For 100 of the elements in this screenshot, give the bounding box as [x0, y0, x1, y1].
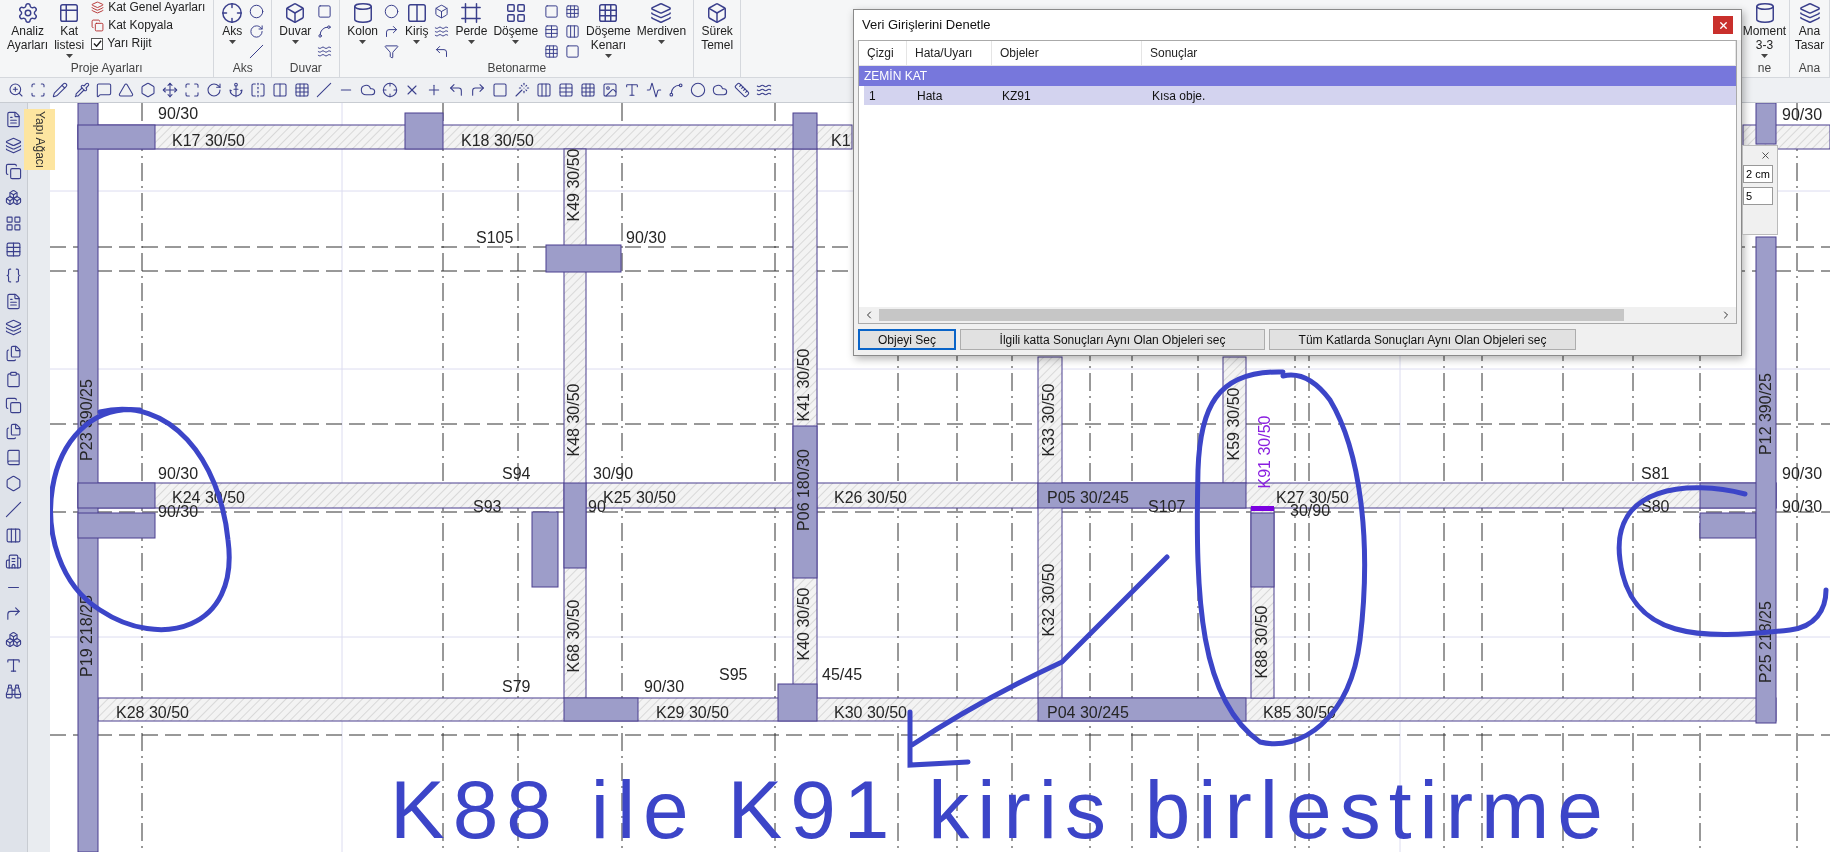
grid-icon[interactable] — [294, 82, 310, 98]
files-icon[interactable] — [5, 345, 22, 362]
grid-icon[interactable] — [580, 82, 596, 98]
column-header[interactable]: Sonuçlar — [1142, 41, 1736, 65]
expand-icon[interactable] — [184, 82, 200, 98]
ribbon-button[interactable]: Moment 3-3 — [1740, 0, 1789, 58]
column-header[interactable]: Hata/Uyarı — [907, 41, 992, 65]
square-icon[interactable] — [565, 44, 581, 59]
ribbon-button[interactable]: Perde — [452, 0, 491, 44]
corner-icon[interactable] — [470, 82, 486, 98]
document-icon[interactable] — [5, 293, 22, 310]
ribbon-button[interactable]: Döşeme Kenarı — [583, 0, 634, 58]
layers-icon[interactable] — [5, 319, 22, 336]
input-field[interactable]: 5 — [1743, 187, 1773, 205]
corner-icon[interactable] — [448, 82, 464, 98]
dialog-button[interactable]: Tüm Katlarda Sonuçları Aynı Olan Objeleri seç — [1269, 329, 1576, 350]
close-button[interactable] — [1713, 16, 1733, 34]
columns-icon[interactable] — [536, 82, 552, 98]
building-icon[interactable] — [5, 553, 22, 570]
ribbon-button[interactable]: Analiz Ayarları — [4, 0, 52, 52]
side-tab[interactable]: Yapı Ağacı — [23, 109, 55, 171]
ribbon-button[interactable]: Kat listesi — [51, 0, 88, 58]
boxes-icon[interactable] — [5, 631, 22, 648]
slash-icon[interactable] — [316, 82, 332, 98]
polygon-icon[interactable] — [140, 82, 156, 98]
box-icon[interactable] — [434, 4, 450, 19]
copy-icon[interactable] — [5, 163, 22, 180]
ribbon-button[interactable]: Ana Tasar — [1791, 0, 1828, 52]
table-icon[interactable] — [558, 82, 574, 98]
boxes-icon[interactable] — [5, 189, 22, 206]
grid-icon[interactable] — [565, 4, 581, 19]
braces-icon[interactable] — [5, 267, 22, 284]
table-icon[interactable] — [544, 24, 560, 39]
rotate-icon[interactable] — [206, 82, 222, 98]
text-icon[interactable] — [5, 657, 22, 674]
image-icon[interactable] — [602, 82, 618, 98]
ribbon-small-button[interactable]: Kat Genel Ayarları — [91, 0, 206, 15]
ribbon-button[interactable]: Aks — [218, 0, 247, 44]
zoom-icon[interactable] — [8, 82, 24, 98]
square-icon[interactable] — [544, 4, 560, 19]
wave-icon[interactable] — [434, 24, 450, 39]
pencil-icon[interactable] — [52, 82, 68, 98]
ribbon-button[interactable]: Duvar — [276, 0, 315, 44]
circle-icon[interactable] — [690, 82, 706, 98]
anchor-icon[interactable] — [228, 82, 244, 98]
cloud-icon[interactable] — [360, 82, 376, 98]
triangle-icon[interactable] — [118, 82, 134, 98]
crosshair-icon[interactable] — [382, 82, 398, 98]
ribbon-button[interactable]: Kiriş — [402, 0, 432, 44]
dialog-button[interactable]: Objeyi Seç — [858, 329, 956, 350]
column-header[interactable]: Objeler — [992, 41, 1142, 65]
columns-icon[interactable] — [272, 82, 288, 98]
ribbon-button[interactable]: Sürek Temel — [698, 0, 737, 52]
polyline-icon[interactable] — [646, 82, 662, 98]
text-tool-icon[interactable] — [624, 82, 640, 98]
scan-icon[interactable] — [30, 82, 46, 98]
square-icon[interactable] — [317, 4, 333, 19]
scrollbar-thumb[interactable] — [879, 309, 1624, 321]
ribbon-button[interactable]: Kolon — [344, 0, 382, 44]
clipboard-icon[interactable] — [5, 371, 22, 388]
move-icon[interactable] — [162, 82, 178, 98]
mirror-icon[interactable] — [250, 82, 266, 98]
circle-icon[interactable] — [249, 4, 265, 19]
cloud-icon[interactable] — [712, 82, 728, 98]
curve-icon[interactable] — [317, 24, 333, 39]
result-row[interactable]: 1 Hata KZ91 Kısa obje. — [864, 86, 1736, 105]
grid-icon[interactable] — [5, 215, 22, 232]
pipette-icon[interactable] — [74, 82, 90, 98]
circle-icon[interactable] — [384, 4, 400, 19]
binoculars-icon[interactable] — [5, 683, 22, 700]
checkbox[interactable] — [91, 37, 104, 50]
ribbon-button[interactable]: Döşeme — [490, 0, 542, 44]
ribbon-button[interactable]: Merdiven — [633, 0, 690, 44]
wand-icon[interactable] — [514, 82, 530, 98]
table-icon[interactable] — [5, 241, 22, 258]
list-icon[interactable] — [5, 111, 22, 128]
corner-icon[interactable] — [434, 44, 450, 59]
corner-icon[interactable] — [5, 605, 22, 622]
columns-icon[interactable] — [565, 24, 581, 39]
rotate-icon[interactable] — [249, 24, 265, 39]
copy-icon[interactable] — [5, 397, 22, 414]
curve-icon[interactable] — [668, 82, 684, 98]
files-icon[interactable] — [5, 423, 22, 440]
close-icon[interactable] — [1760, 150, 1771, 161]
book-icon[interactable] — [5, 449, 22, 466]
column-header[interactable]: Çizgi — [859, 41, 907, 65]
wave-icon[interactable] — [756, 82, 772, 98]
note-icon[interactable] — [96, 82, 112, 98]
ribbon-small-button[interactable]: Kat Kopyala — [91, 18, 206, 33]
wave-icon[interactable] — [317, 44, 333, 59]
ruler-icon[interactable] — [734, 82, 750, 98]
polygon-icon[interactable] — [5, 475, 22, 492]
square-icon[interactable] — [492, 82, 508, 98]
input-field[interactable]: 2 cm — [1743, 165, 1773, 183]
corner-icon[interactable] — [384, 24, 400, 39]
slash-icon[interactable] — [5, 501, 22, 518]
plus-icon[interactable] — [426, 82, 442, 98]
slash-icon[interactable] — [249, 44, 265, 59]
grid-icon[interactable] — [544, 44, 560, 59]
dialog-button[interactable]: İlgili katta Sonuçları Aynı Olan Objeleri seç — [960, 329, 1265, 350]
